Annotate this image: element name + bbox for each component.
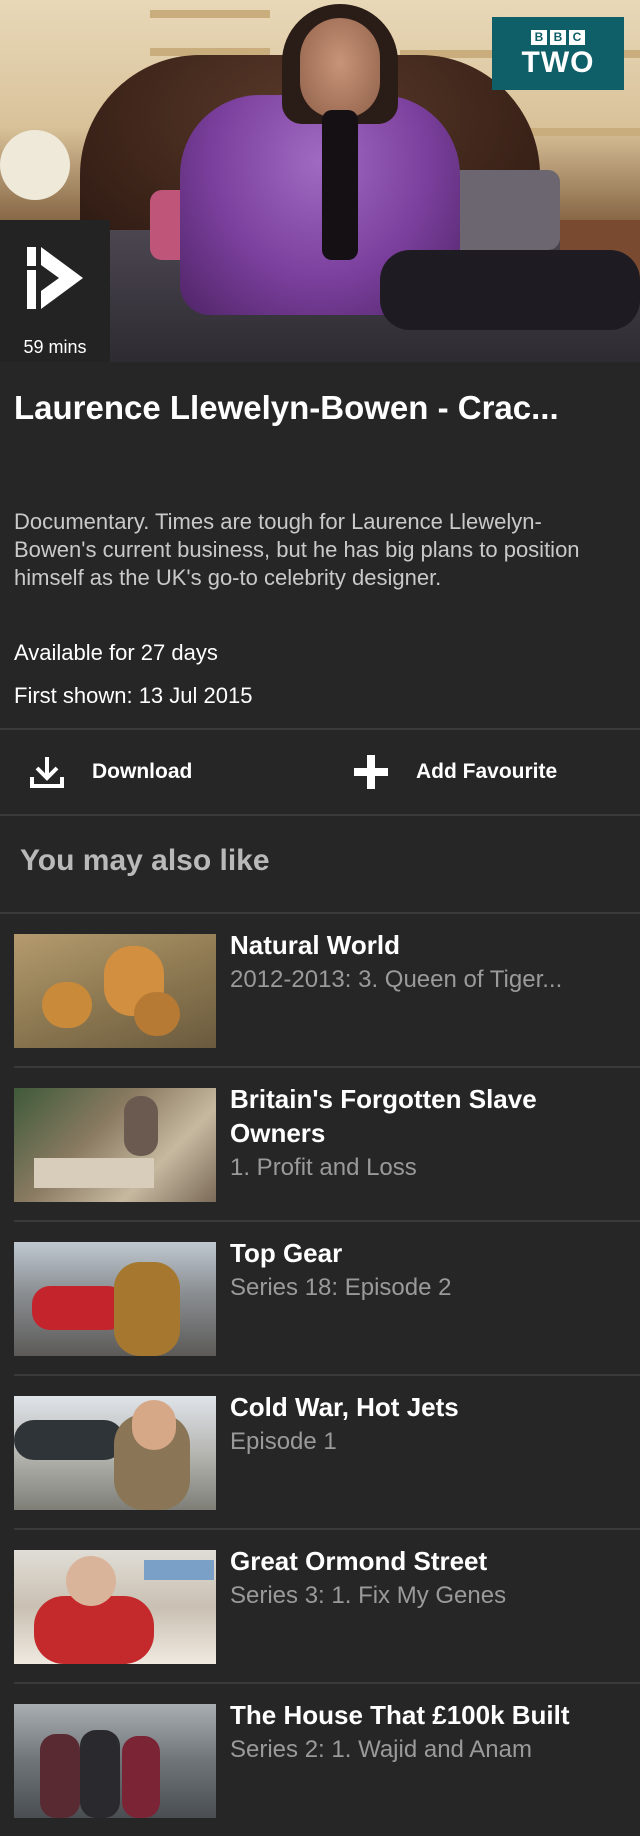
channel-logo-letter: C [569, 29, 585, 45]
recommendation-item[interactable]: Great Ormond Street Series 3: 1. Fix My … [0, 1530, 640, 1684]
plus-icon [354, 755, 388, 789]
availability-text: Available for 27 days [14, 640, 218, 665]
channel-logo-letter: B [550, 29, 566, 45]
channel-logo-letter: B [531, 29, 547, 45]
thumbnail [14, 1242, 216, 1356]
download-label: Download [92, 760, 193, 783]
hero-image[interactable]: B B C TWO 59 mins [0, 0, 640, 362]
recommendation-item[interactable]: Britain's Forgotten Slave Owners 1. Prof… [0, 1068, 640, 1222]
recommendation-title: Top Gear [230, 1238, 343, 1268]
thumbnail [14, 1704, 216, 1818]
recommendation-title: The House That £100k Built [230, 1700, 570, 1730]
divider [0, 814, 640, 816]
recommendation-subtitle: 1. Profit and Loss [230, 1154, 417, 1181]
thumbnail [14, 1396, 216, 1510]
thumbnail [14, 934, 216, 1048]
recommendation-subtitle: Series 2: 1. Wajid and Anam [230, 1736, 532, 1763]
add-favourite-label: Add Favourite [416, 760, 558, 783]
recommendation-subtitle: Episode 1 [230, 1428, 337, 1455]
recommendation-item[interactable]: The House That £100k Built Series 2: 1. … [0, 1684, 640, 1836]
channel-name: TWO [521, 45, 595, 79]
recommendation-title: Cold War, Hot Jets [230, 1392, 459, 1422]
recommendation-item[interactable]: Top Gear Series 18: Episode 2 [0, 1222, 640, 1376]
section-heading: You may also like [20, 844, 270, 877]
download-button[interactable]: Download [30, 730, 192, 814]
thumbnail [14, 1088, 216, 1202]
recommendation-subtitle: Series 3: 1. Fix My Genes [230, 1582, 507, 1609]
programme-description: Documentary. Times are tough for Laurenc… [14, 509, 580, 590]
add-favourite-button[interactable]: Add Favourite [354, 730, 557, 814]
channel-logo: B B C TWO [492, 17, 624, 90]
programme-title: Laurence Llewelyn-Bowen - Crac... [14, 389, 559, 426]
recommendation-title: Great Ormond Street [230, 1546, 488, 1576]
recommendation-item[interactable]: Natural World 2012-2013: 3. Queen of Tig… [0, 914, 640, 1068]
recommendation-subtitle: Series 18: Episode 2 [230, 1274, 452, 1301]
download-icon [30, 757, 64, 788]
iplayer-play-icon [27, 247, 83, 309]
recommendation-title: Britain's Forgotten Slave Owners [230, 1084, 537, 1148]
channel-logo-blocks: B B C [531, 29, 585, 45]
play-button[interactable]: 59 mins [0, 220, 110, 362]
duration-label: 59 mins [23, 337, 87, 357]
recommendation-item[interactable]: Cold War, Hot Jets Episode 1 [0, 1376, 640, 1530]
recommendation-subtitle: 2012-2013: 3. Queen of Tiger... [230, 966, 563, 993]
first-shown-text: First shown: 13 Jul 2015 [14, 683, 253, 708]
thumbnail [14, 1550, 216, 1664]
recommendation-title: Natural World [230, 930, 400, 960]
